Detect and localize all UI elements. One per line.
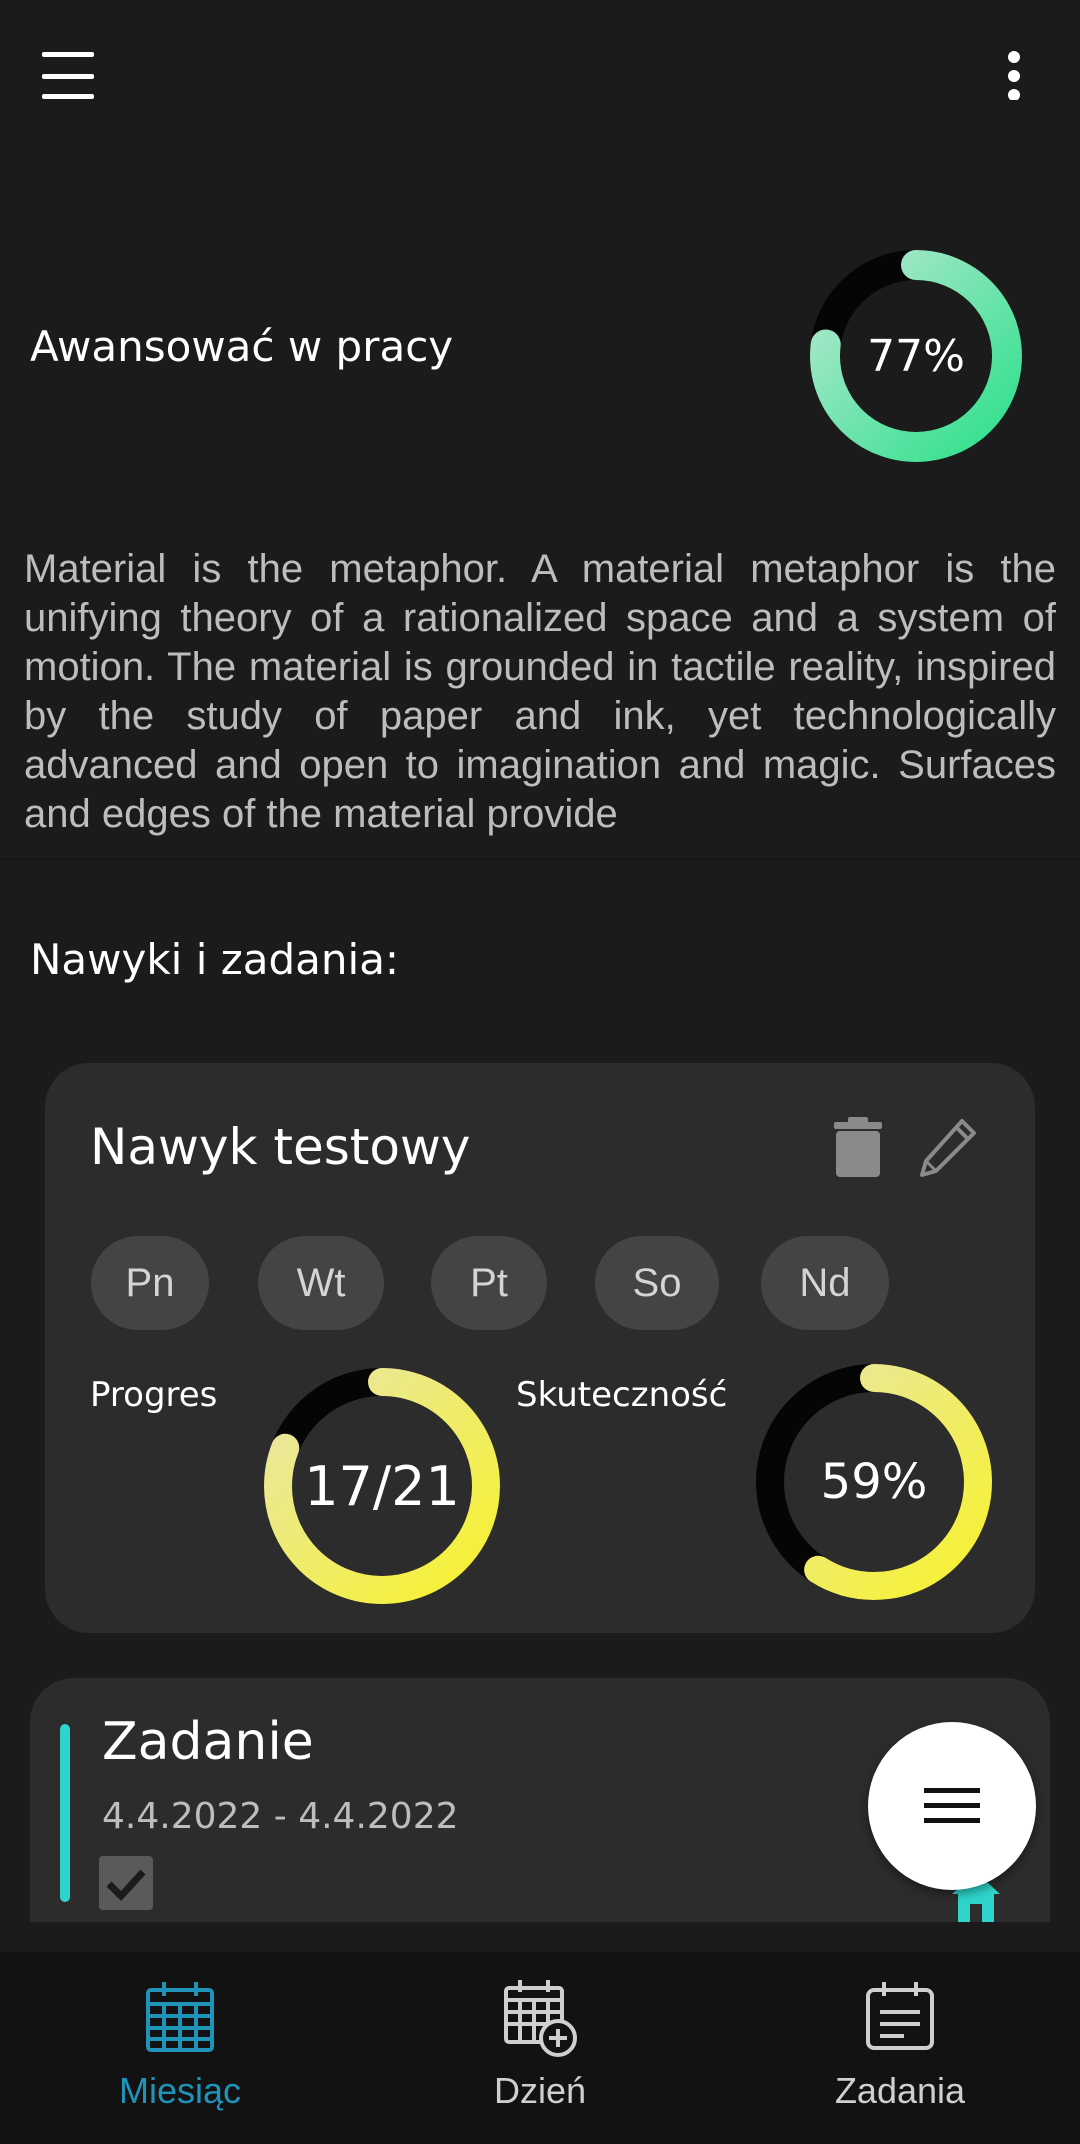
edit-pencil-icon[interactable] xyxy=(918,1117,978,1179)
section-title: Nawyki i zadania: xyxy=(30,935,400,984)
task-accent-bar xyxy=(60,1724,70,1902)
habit-effectiveness-value: 59% xyxy=(820,1454,928,1510)
goal-description: Material is the metaphor. A material met… xyxy=(24,547,1056,836)
nav-item-tasks[interactable]: Zadania xyxy=(720,1952,1080,2144)
goal-title: Awansować w pracy xyxy=(30,322,454,371)
trash-icon[interactable] xyxy=(832,1117,884,1177)
task-list-icon xyxy=(860,1978,940,2058)
day-chip-sat[interactable]: So xyxy=(595,1236,719,1330)
day-chip-mon[interactable]: Pn xyxy=(91,1236,209,1330)
task-dates: 4.4.2022 - 4.4.2022 xyxy=(102,1796,459,1837)
fab-menu-button[interactable] xyxy=(868,1722,1036,1890)
nav-item-month[interactable]: Miesiąc xyxy=(0,1952,360,2144)
more-options-icon[interactable] xyxy=(990,40,1040,115)
task-checkbox[interactable] xyxy=(99,1856,153,1910)
calendar-month-icon xyxy=(140,1978,220,2058)
nav-label-tasks: Zadania xyxy=(834,2070,966,2111)
nav-label-day: Dzień xyxy=(493,2070,587,2111)
divider xyxy=(0,858,1080,860)
goal-progress-ring: 77% xyxy=(808,248,1024,464)
calendar-add-icon xyxy=(500,1978,580,2058)
progress-label: Progres xyxy=(90,1375,218,1415)
goal-progress-label: 77% xyxy=(867,330,965,382)
effectiveness-label: Skuteczność xyxy=(516,1375,728,1415)
task-title: Zadanie xyxy=(102,1712,314,1772)
check-icon xyxy=(106,1869,146,1902)
nav-item-day[interactable]: Dzień xyxy=(360,1952,720,2144)
hamburger-menu-icon[interactable] xyxy=(40,40,120,115)
menu-icon xyxy=(924,1788,980,1823)
bottom-navigation: Miesiąc Dzień Zadania xyxy=(0,1952,1080,2144)
top-app-bar xyxy=(0,0,1080,150)
habit-progress-value: 17/21 xyxy=(304,1454,460,1518)
day-chip-tue[interactable]: Wt xyxy=(258,1236,384,1330)
day-chip-sun[interactable]: Nd xyxy=(761,1236,889,1330)
nav-label-month: Miesiąc xyxy=(118,2070,242,2111)
habit-effectiveness-ring: 59% xyxy=(754,1362,994,1602)
habit-name: Nawyk testowy xyxy=(90,1118,471,1176)
day-chip-fri[interactable]: Pt xyxy=(431,1236,547,1330)
habit-progress-ring: 17/21 xyxy=(262,1366,502,1606)
